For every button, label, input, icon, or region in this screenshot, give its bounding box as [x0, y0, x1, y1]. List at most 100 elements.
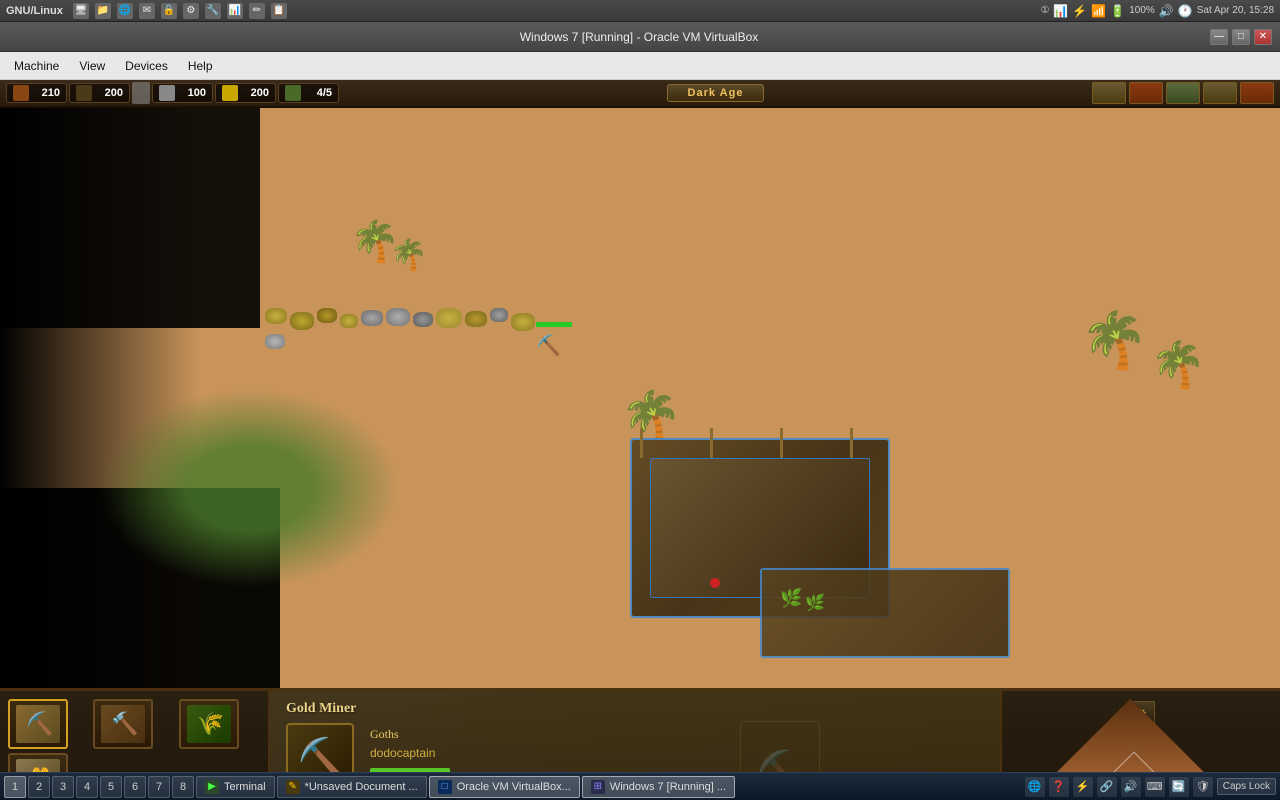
food-icon — [13, 85, 29, 101]
tray-icon-update[interactable]: 🔄 — [1169, 777, 1189, 797]
menu-machine[interactable]: Machine — [4, 57, 69, 75]
taskbar-win7[interactable]: ⊞ Windows 7 [Running] ... — [582, 776, 735, 798]
fog-topleft — [0, 108, 260, 328]
action-btn-3[interactable]: 🌾 — [179, 699, 239, 749]
terminal-label: Terminal — [224, 781, 266, 793]
game-hud-top: 210 200 100 200 4/5 Dark Age — [0, 80, 1280, 108]
wood-value: 200 — [95, 87, 123, 99]
host-icon-2[interactable]: 📁 — [95, 3, 111, 19]
palm-tree-2: 🌴 — [390, 238, 427, 273]
action-grid[interactable]: ⛏️ 🔨 🌾 — [8, 699, 260, 772]
win7-taskbar-label: Windows 7 [Running] ... — [610, 781, 726, 793]
host-icon-9[interactable]: ✏ — [249, 3, 265, 19]
hud-btn-5[interactable] — [1240, 82, 1274, 104]
host-icon-4[interactable]: ✉ — [139, 3, 155, 19]
hud-btn-2[interactable] — [1129, 82, 1163, 104]
host-icon-5[interactable]: 🔒 — [161, 3, 177, 19]
tray-icon-network2[interactable]: 🔗 — [1097, 777, 1117, 797]
tray-icon-power[interactable]: ⚡ — [1073, 777, 1093, 797]
gold-value: 200 — [241, 87, 269, 99]
building-area: 🌿 🌿 — [630, 438, 1030, 658]
unsaved-doc-label: *Unsaved Document ... — [305, 781, 418, 793]
palm-tree-right-2: 🌴 — [1150, 338, 1206, 391]
bush-2: 🌿 — [805, 593, 825, 613]
hud-population: 4/5 — [278, 83, 339, 103]
vbox-icon: □ — [438, 780, 452, 794]
game-bottom-panel: ⛏️ 🔨 🌾 — [0, 688, 1280, 772]
host-icon-1[interactable]: 🖥 — [73, 3, 89, 19]
host-icon-3[interactable]: 🌐 — [117, 3, 133, 19]
doc-icon: ✎ — [286, 780, 300, 794]
action-btn-carry[interactable]: 🤲 — [8, 753, 68, 772]
clock-icon: 🕐 — [1178, 4, 1193, 18]
hud-divider — [132, 82, 150, 104]
game-canvas[interactable]: 🌴 🌴 🌴 🌴 🌴 — [0, 108, 1280, 688]
stone-icon — [159, 85, 175, 101]
desktop-btn-6[interactable]: 6 — [124, 776, 146, 798]
vbox-menubar: Machine View Devices Help — [0, 52, 1280, 80]
bluetooth-icon: ⚡ — [1072, 4, 1087, 18]
desktop-btn-2[interactable]: 2 — [28, 776, 50, 798]
action-btn-build[interactable]: 🔨 — [93, 699, 153, 749]
desktop-btn-1[interactable]: 1 — [4, 776, 26, 798]
maximize-button[interactable]: □ — [1232, 29, 1250, 45]
taskbar-terminal[interactable]: ▶ Terminal — [196, 776, 275, 798]
hud-btn-3[interactable] — [1166, 82, 1200, 104]
unit-health-bar — [536, 322, 572, 327]
unit-sketch-watermark: ⛏️ — [740, 721, 820, 772]
gold-icon — [222, 85, 238, 101]
menu-devices[interactable]: Devices — [115, 57, 178, 75]
desktop-btn-4[interactable]: 4 — [76, 776, 98, 798]
speaker-icon: 🔊 — [1159, 4, 1174, 18]
wifi-icon: 📶 — [1091, 4, 1106, 18]
grass-patch — [100, 388, 400, 588]
hud-btn-1[interactable] — [1092, 82, 1126, 104]
hud-center: Dark Age — [341, 84, 1090, 102]
desktop-btn-7[interactable]: 7 — [148, 776, 170, 798]
tray-icon-network[interactable]: 🌐 — [1025, 777, 1045, 797]
panel-right: ⚙ 👑 ⚙ — [1000, 691, 1280, 772]
taskbar-vbox[interactable]: □ Oracle VM VirtualBox... — [429, 776, 580, 798]
stone-value: 100 — [178, 87, 206, 99]
host-icon-10[interactable]: 📋 — [271, 3, 287, 19]
pop-icon — [285, 85, 301, 101]
close-button[interactable]: ✕ — [1254, 29, 1272, 45]
hud-stone: 100 — [152, 83, 213, 103]
desktop-btn-5[interactable]: 5 — [100, 776, 122, 798]
tray-icon-input[interactable]: ⌨ — [1145, 777, 1165, 797]
stone-deposits — [265, 308, 545, 349]
minimap-container[interactable] — [1041, 731, 1241, 772]
food-value: 210 — [32, 87, 60, 99]
action-btn-mine[interactable]: ⛏️ — [8, 699, 68, 749]
host-icon-6[interactable]: ⚙ — [183, 3, 199, 19]
tray-icon-shield[interactable]: 🛡 — [1193, 777, 1213, 797]
hud-right-buttons[interactable] — [1092, 82, 1274, 104]
tray-icon-folder[interactable]: ❓ — [1049, 777, 1069, 797]
parchment-bg — [270, 691, 1000, 772]
palm-tree-right-1: 🌴 — [1080, 308, 1148, 373]
gnu-label: GNU/Linux — [6, 5, 63, 17]
desktop-btn-8[interactable]: 8 — [172, 776, 194, 798]
panel-left: ⛏️ 🔨 🌾 — [0, 691, 270, 772]
host-icon-8[interactable]: 📊 — [227, 3, 243, 19]
host-icon-7[interactable]: 🔧 — [205, 3, 221, 19]
tray-area: ① 📊 ⚡ 📶 🔋 100% 🔊 🕐 Sat Apr 20, 15:28 — [1040, 4, 1274, 18]
battery-text: 100% — [1129, 5, 1155, 16]
host-topbar: GNU/Linux 🖥 📁 🌐 ✉ 🔒 ⚙ 🔧 📊 ✏ 📋 ① 📊 ⚡ 📶 🔋 … — [0, 0, 1280, 22]
battery-icon: 🔋 — [1110, 4, 1125, 18]
vbox-taskbar-label: Oracle VM VirtualBox... — [457, 781, 571, 793]
unit-portrait: ⛏️ — [286, 723, 354, 772]
menu-view[interactable]: View — [69, 57, 115, 75]
minimize-button[interactable]: — — [1210, 29, 1228, 45]
hud-btn-4[interactable] — [1203, 82, 1237, 104]
taskbar-unsaved-doc[interactable]: ✎ *Unsaved Document ... — [277, 776, 427, 798]
taskbar: 1 2 3 4 5 6 7 8 ▶ Terminal ✎ *Unsaved Do… — [0, 772, 1280, 800]
hud-gold: 200 — [215, 83, 276, 103]
tray-icon-vol[interactable]: 🔊 — [1121, 777, 1141, 797]
desktop-btn-3[interactable]: 3 — [52, 776, 74, 798]
hud-wood: 200 — [69, 83, 130, 103]
pop-value: 4/5 — [304, 87, 332, 99]
menu-help[interactable]: Help — [178, 57, 223, 75]
window-controls[interactable]: — □ ✕ — [1210, 29, 1272, 45]
wood-icon — [76, 85, 92, 101]
